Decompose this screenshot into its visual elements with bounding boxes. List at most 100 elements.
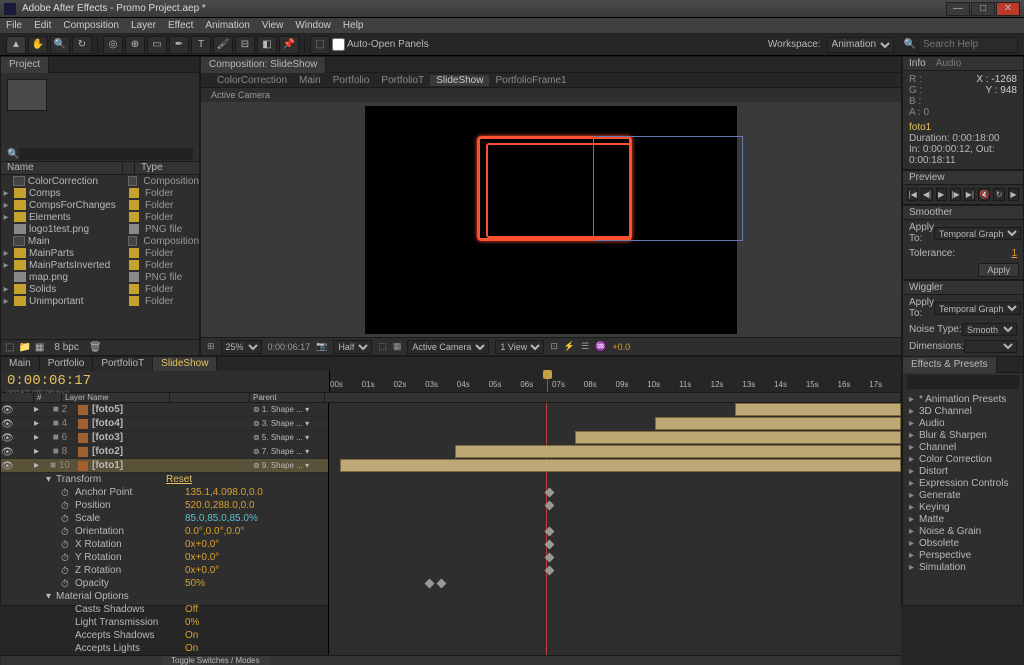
layer-row[interactable]: 👁▸■ 8[foto2]⊚ 7. Shape ... ▾	[1, 445, 328, 459]
menu-file[interactable]: File	[6, 20, 22, 31]
menu-effect[interactable]: Effect	[168, 20, 193, 31]
mute-button[interactable]: 🔇	[978, 188, 990, 201]
project-item[interactable]: ▸MainPartsFolder	[1, 247, 199, 259]
minimize-button[interactable]: —	[946, 2, 970, 16]
property-row[interactable]: ⏱X Rotation0x+0.0°	[1, 538, 328, 551]
timeline-tab[interactable]: PortfolioT	[93, 357, 153, 371]
auto-open-checkbox[interactable]	[332, 38, 345, 51]
pen-tool[interactable]: ✒	[169, 36, 189, 54]
roi-icon[interactable]: ⬚	[378, 341, 387, 352]
property-row[interactable]: ⏱Anchor Point135.1,4.098.0,0.0	[1, 486, 328, 499]
eraser-tool[interactable]: ◧	[257, 36, 277, 54]
menu-composition[interactable]: Composition	[63, 20, 119, 31]
exposure-value[interactable]: +0.0	[612, 342, 630, 352]
local-axis-icon[interactable]: ⬚	[310, 36, 330, 54]
effect-category[interactable]: ▸Distort	[903, 465, 1023, 477]
timeline-tab[interactable]: SlideShow	[153, 357, 217, 371]
project-search-input[interactable]	[19, 148, 193, 160]
ram-preview-button[interactable]: ▶	[1008, 188, 1019, 201]
layer-bar[interactable]	[655, 417, 901, 430]
breadcrumb-item[interactable]: Portfolio	[327, 75, 376, 86]
property-row[interactable]: ⏱Orientation0.0°,0.0°,0.0°	[1, 525, 328, 538]
breadcrumb-item[interactable]: SlideShow	[430, 75, 489, 86]
layer-bar[interactable]	[575, 431, 901, 444]
interpret-icon[interactable]: ⬚	[5, 342, 14, 353]
effect-category[interactable]: ▸Obsolete	[903, 537, 1023, 549]
brush-tool[interactable]: 🖌	[213, 36, 233, 54]
layer-bar[interactable]	[340, 459, 901, 472]
property-row[interactable]: Casts ShadowsOff	[1, 603, 328, 616]
selection-tool[interactable]: ▲	[6, 36, 26, 54]
property-row[interactable]: ⏱Position520.0,288.0,0.0	[1, 499, 328, 512]
resolution-select[interactable]: Half	[333, 340, 372, 354]
next-frame-button[interactable]: |▶	[950, 188, 961, 201]
camera-tool[interactable]: ◎	[103, 36, 123, 54]
first-frame-button[interactable]: |◀	[907, 188, 918, 201]
puppet-tool[interactable]: 📌	[279, 36, 299, 54]
project-item[interactable]: map.pngPNG file	[1, 271, 199, 283]
menu-window[interactable]: Window	[295, 20, 331, 31]
wiggler-applyto-select[interactable]: Temporal Graph	[934, 302, 1021, 315]
effect-category[interactable]: ▸Simulation	[903, 561, 1023, 573]
effect-category[interactable]: ▸Audio	[903, 417, 1023, 429]
hand-tool[interactable]: ✋	[28, 36, 48, 54]
transparency-icon[interactable]: ▦	[393, 341, 402, 352]
close-button[interactable]: ✕	[996, 2, 1020, 16]
layer-row[interactable]: 👁▸■ 2[foto5]⊚ 1. Shape ... ▾	[1, 403, 328, 417]
preview-tab[interactable]: Preview	[909, 172, 945, 183]
smoother-tolerance[interactable]: 1	[1011, 248, 1017, 259]
project-item[interactable]: ▸ElementsFolder	[1, 211, 199, 223]
layer-bar[interactable]	[735, 403, 901, 416]
timeline-tab[interactable]: Portfolio	[40, 357, 94, 371]
bpc-label[interactable]: 8 bpc	[54, 342, 78, 353]
viewer[interactable]	[201, 102, 901, 337]
menu-help[interactable]: Help	[343, 20, 364, 31]
zoom-tool[interactable]: 🔍	[50, 36, 70, 54]
effect-category[interactable]: ▸Perspective	[903, 549, 1023, 561]
project-item[interactable]: logo1test.pngPNG file	[1, 223, 199, 235]
property-row[interactable]: ⏱Scale85.0,85.0,85.0%	[1, 512, 328, 525]
project-item[interactable]: ColorCorrectionComposition	[1, 175, 199, 187]
layer-row[interactable]: 👁▸■ 10[foto1]⊚ 9. Shape ... ▾	[1, 459, 328, 473]
new-comp-icon[interactable]: ▦	[35, 342, 44, 353]
maximize-button[interactable]: □	[971, 2, 995, 16]
clone-tool[interactable]: ⊟	[235, 36, 255, 54]
pixel-aspect-icon[interactable]: ⊡	[550, 341, 558, 352]
project-item[interactable]: ▸SolidsFolder	[1, 283, 199, 295]
audio-tab[interactable]: Audio	[936, 58, 962, 69]
prev-frame-button[interactable]: ◀|	[921, 188, 932, 201]
smoother-applyto-select[interactable]: Temporal Graph	[934, 227, 1021, 240]
menu-animation[interactable]: Animation	[205, 20, 249, 31]
pan-behind-tool[interactable]: ⊕	[125, 36, 145, 54]
project-item[interactable]: ▸MainPartsInvertedFolder	[1, 259, 199, 271]
trash-icon[interactable]: 🗑	[89, 342, 102, 353]
wiggler-noise-select[interactable]: Smooth	[962, 323, 1017, 336]
effect-category[interactable]: ▸* Animation Presets	[903, 393, 1023, 405]
breadcrumb-item[interactable]: ColorCorrection	[211, 75, 293, 86]
timecode[interactable]: 0:00:06:17	[7, 373, 323, 389]
effect-category[interactable]: ▸3D Channel	[903, 405, 1023, 417]
comp-tab[interactable]: Composition: SlideShow	[201, 57, 326, 73]
last-frame-button[interactable]: ▶|	[964, 188, 975, 201]
project-tab[interactable]: Project	[1, 57, 49, 73]
menu-edit[interactable]: Edit	[34, 20, 51, 31]
time-ruler[interactable]: 00s01s02s03s04s05s06s07s08s09s10s11s12s1…	[329, 371, 901, 392]
zoom-select[interactable]: 25%	[221, 340, 262, 354]
new-folder-icon[interactable]: 📁	[18, 342, 30, 353]
property-row[interactable]: Accepts LightsOn	[1, 642, 328, 655]
view-camera-select[interactable]: Active Camera	[407, 340, 489, 354]
effects-tab[interactable]: Effects & Presets	[903, 357, 997, 373]
property-row[interactable]: ⏱Z Rotation0x+0.0°	[1, 564, 328, 577]
breadcrumb-item[interactable]: PortfolioT	[375, 75, 430, 86]
toggle-switches-button[interactable]: Toggle Switches / Modes	[161, 656, 270, 665]
comp-flowchart-icon[interactable]: ♒	[595, 341, 606, 352]
effect-category[interactable]: ▸Generate	[903, 489, 1023, 501]
project-item[interactable]: MainComposition	[1, 235, 199, 247]
project-item[interactable]: ▸UnimportantFolder	[1, 295, 199, 307]
info-tab[interactable]: Info	[909, 58, 926, 69]
timeline-icon[interactable]: ☰	[581, 341, 589, 352]
menu-layer[interactable]: Layer	[131, 20, 156, 31]
play-button[interactable]: ▶	[936, 188, 947, 201]
menu-view[interactable]: View	[262, 20, 284, 31]
effect-category[interactable]: ▸Channel	[903, 441, 1023, 453]
